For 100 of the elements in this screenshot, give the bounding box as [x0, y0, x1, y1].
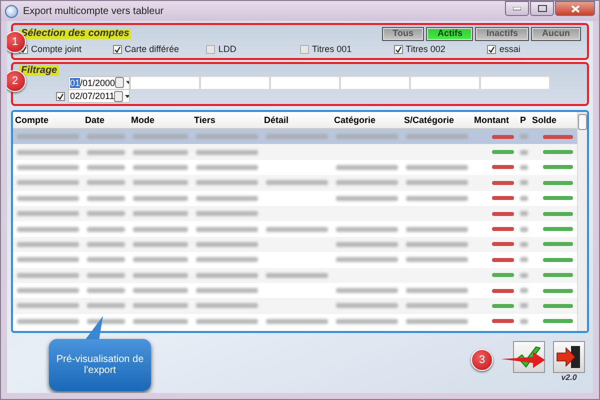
blurred-text: [196, 272, 258, 278]
blurred-text: [17, 226, 79, 232]
column-header[interactable]: Solde: [530, 115, 577, 125]
filter-field[interactable]: [270, 76, 340, 90]
blurred-text: [87, 272, 125, 278]
blurred-text: [520, 318, 528, 324]
blurred-text: [520, 257, 528, 262]
filter-field[interactable]: [480, 76, 550, 90]
blurred-text: [17, 303, 79, 308]
blurred-text: [133, 150, 188, 155]
table-row[interactable]: [13, 144, 577, 160]
blurred-text: [133, 211, 188, 216]
blurred-text: [406, 318, 468, 324]
blurred-text: [87, 318, 125, 324]
filter-field[interactable]: [340, 76, 410, 90]
blurred-text: [133, 180, 188, 186]
blurred-text: [133, 164, 188, 170]
checkbox-label: essai: [499, 44, 520, 54]
caret-icon[interactable]: [126, 81, 129, 84]
checkbox-label: Titres 002: [406, 44, 446, 54]
blurred-text: [17, 242, 79, 247]
blurred-text: [406, 257, 468, 262]
minimize-button[interactable]: [505, 1, 529, 16]
column-header[interactable]: Tiers: [192, 115, 262, 125]
blurred-text: [196, 242, 258, 247]
checkbox-label: LDD: [218, 44, 236, 54]
blurred-text: [336, 288, 398, 294]
blurred-text: [17, 150, 79, 155]
date-field[interactable]: 02/07/2011: [68, 89, 130, 104]
blurred-text: [87, 288, 125, 294]
caret-icon[interactable]: [125, 94, 129, 98]
blurred-text: [133, 288, 188, 294]
blurred-text: [196, 288, 258, 294]
checkbox[interactable]: [487, 44, 496, 54]
close-button[interactable]: [555, 1, 595, 16]
checkbox[interactable]: [394, 44, 403, 54]
blurred-text: [520, 196, 528, 201]
table-row[interactable]: [13, 175, 577, 191]
blurred-text: [336, 164, 398, 170]
scrollbar[interactable]: [577, 112, 587, 331]
column-header[interactable]: Catégorie: [332, 115, 402, 125]
blurred-text: [196, 196, 258, 201]
blurred-text: [520, 288, 528, 294]
table-row[interactable]: [13, 129, 577, 144]
blurred-text: [17, 272, 79, 278]
checkbox-label: Titres 001: [312, 44, 352, 54]
version-label: v2.0: [561, 373, 577, 382]
filter-button[interactable]: Actifs: [426, 27, 474, 41]
blurred-text: [196, 134, 258, 140]
checkbox[interactable]: [56, 92, 65, 101]
filter-field[interactable]: [130, 76, 200, 90]
filter-field[interactable]: [410, 76, 480, 90]
blurred-text: [520, 272, 528, 278]
date-field[interactable]: 01/01/2000: [68, 76, 130, 90]
exit-button[interactable]: [553, 341, 585, 373]
blurred-text: [87, 134, 125, 140]
blurred-text: [17, 180, 79, 186]
column-header[interactable]: Montant: [472, 115, 518, 125]
table-row[interactable]: [13, 268, 577, 283]
column-header[interactable]: Mode: [129, 115, 192, 125]
filter-field[interactable]: [200, 76, 270, 90]
checkbox-label: Compte joint: [31, 44, 82, 54]
blurred-text: [406, 180, 468, 186]
table-row[interactable]: [13, 236, 577, 252]
blurred-text: [87, 303, 125, 308]
column-header[interactable]: Détail: [262, 115, 332, 125]
checkbox[interactable]: [300, 44, 309, 54]
blurred-text: [520, 134, 528, 140]
blurred-text: [196, 180, 258, 186]
blurred-text: [336, 180, 398, 186]
blurred-text: [336, 318, 398, 324]
minimize-icon: [513, 6, 521, 10]
blurred-text: [87, 211, 125, 216]
blurred-text: [133, 318, 188, 324]
blurred-text: [133, 196, 188, 201]
blurred-text: [87, 180, 125, 186]
blurred-text: [133, 134, 188, 140]
blurred-text: [17, 134, 79, 140]
blurred-text: [196, 257, 258, 262]
blurred-text: [196, 150, 258, 155]
arrow-icon: [501, 352, 545, 368]
blurred-text: [266, 180, 328, 186]
blurred-text: [406, 226, 468, 232]
blurred-text: [266, 272, 328, 278]
column-header[interactable]: Compte: [13, 115, 83, 125]
blurred-text: [196, 164, 258, 170]
checkbox[interactable]: [206, 44, 216, 54]
maximize-button[interactable]: [530, 1, 554, 16]
table-row[interactable]: [13, 298, 577, 314]
blurred-text: [17, 211, 79, 216]
column-header[interactable]: Date: [83, 115, 129, 125]
table-row[interactable]: [13, 206, 577, 222]
blurred-text: [87, 257, 125, 262]
blurred-text: [87, 150, 125, 155]
blurred-text: [336, 242, 398, 247]
blurred-text: [406, 288, 468, 294]
column-header[interactable]: S/Catégorie: [402, 115, 472, 125]
section-title: Sélection des comptes: [19, 29, 132, 39]
column-header[interactable]: P: [518, 115, 530, 125]
checkbox[interactable]: [112, 44, 122, 54]
